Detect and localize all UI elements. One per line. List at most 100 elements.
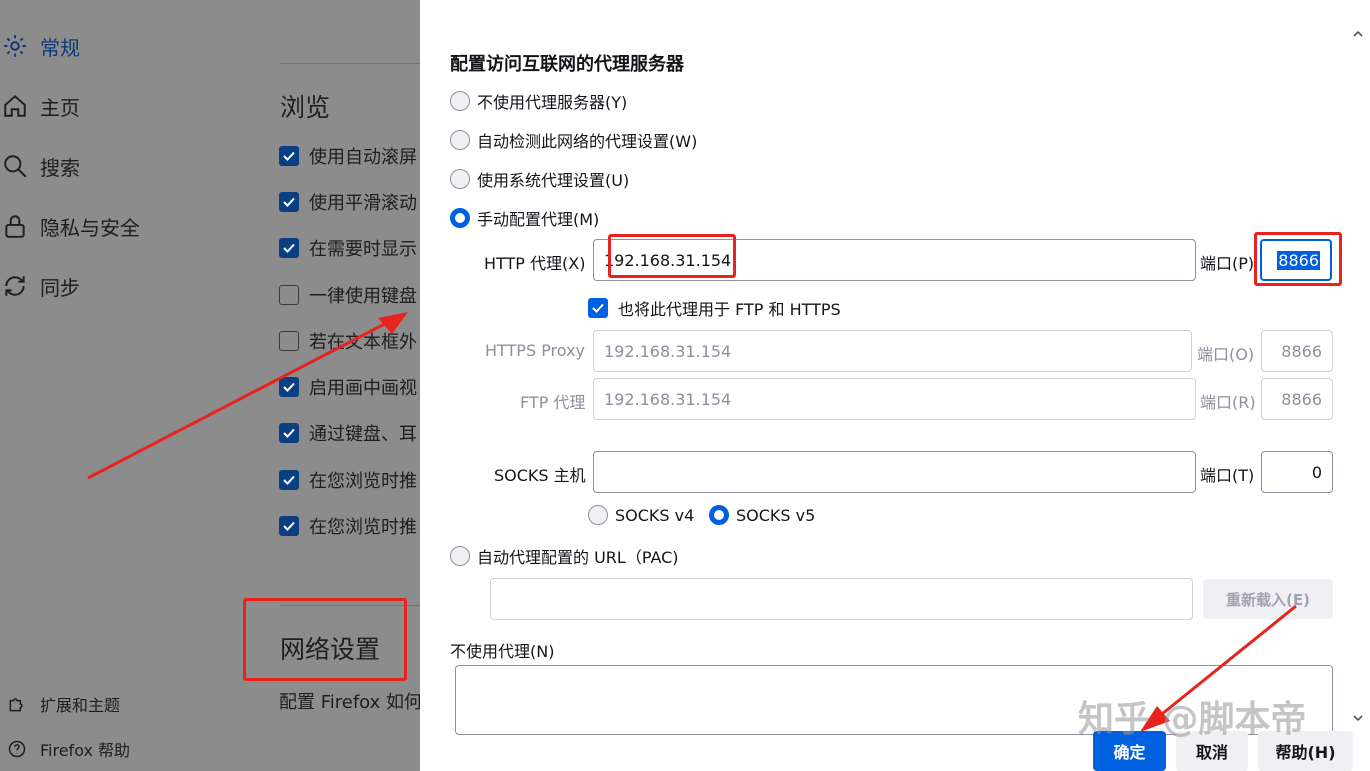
scroll-up-icon [1353,30,1363,37]
sidebar-item-label: 同步 [40,275,80,300]
browse-heading: 浏览 [280,93,331,122]
http-port-label: 端口(P) [1200,254,1255,273]
lock-icon [0,211,30,241]
bg-checkbox-label: 在您浏览时推 [309,517,417,538]
radio-unselected-icon [450,130,470,150]
radio-label: 手动配置代理(M) [477,210,600,229]
socks-host-label: SOCKS 主机 [494,466,586,485]
radio-unselected-icon [450,169,470,189]
also-use-proxy-label: 也将此代理用于 FTP 和 HTTPS [618,300,841,319]
no-proxy-for-label: 不使用代理(N) [450,642,555,661]
divider [280,63,420,64]
radio-label: 不使用代理服务器(Y) [477,93,628,112]
checkbox-checked-icon [588,298,608,318]
connection-settings-dialog: 配置访问互联网的代理服务器 不使用代理服务器(Y) 自动检测此网络的代理设置(W… [420,0,1370,771]
sidebar-item-general[interactable]: 常规 [0,26,80,66]
radio-no-proxy[interactable]: 不使用代理服务器(Y) [450,89,627,113]
bg-checkbox-label: 使用自动滚屏 [309,147,417,168]
checkbox-checked-icon [279,146,299,166]
https-proxy-label: HTTPS Proxy [485,341,586,360]
bg-checkbox[interactable]: 在需要时显示 [279,235,417,261]
radio-selected-icon [450,208,470,228]
bg-checkbox-label: 在需要时显示 [309,239,417,260]
https-port-label: 端口(O) [1197,345,1255,364]
sidebar-item-label: 主页 [40,95,80,120]
bg-checkbox[interactable]: 在您浏览时推 [279,467,417,493]
bg-checkbox[interactable]: 一律使用键盘 [279,282,417,308]
checkbox-checked-icon [279,238,299,258]
highlight-http-port [1254,232,1342,286]
radio-pac-url[interactable]: 自动代理配置的 URL（PAC) [450,544,679,568]
ftp-proxy-input[interactable]: 192.168.31.154 [593,378,1196,420]
bg-checkbox[interactable]: 通过键盘、耳 [279,420,417,446]
dialog-title: 配置访问互联网的代理服务器 [450,54,684,75]
bg-checkbox[interactable]: 启用画中画视 [279,374,417,400]
ftp-proxy-label: FTP 代理 [520,393,586,412]
bg-checkbox[interactable]: 若在文本框外 [279,328,417,354]
ftp-port-input[interactable]: 8866 [1261,378,1333,420]
search-icon [0,151,30,181]
radio-unselected-icon [450,91,470,111]
bg-checkbox[interactable]: 使用自动滚屏 [279,143,417,169]
watermark: 知乎 @脚本帝 [1078,699,1307,740]
bg-checkbox[interactable]: 在您浏览时推 [279,513,417,539]
http-proxy-label: HTTP 代理(X) [484,254,586,273]
radio-system-proxy[interactable]: 使用系统代理设置(U) [450,167,629,191]
reload-pac-button[interactable]: 重新载入(E) [1203,579,1333,619]
bg-checkbox-label: 一律使用键盘 [309,286,417,307]
sidebar-help[interactable]: Firefox 帮助 [6,737,130,761]
bg-checkbox-label: 若在文本框外 [309,332,417,353]
checkbox-checked-icon [279,192,299,212]
sidebar-help-label: Firefox 帮助 [40,741,131,760]
https-port-input[interactable]: 8866 [1261,330,1333,372]
scroll-down-icon [1353,715,1363,722]
network-settings-desc: 配置 Firefox 如何 [279,692,423,713]
radio-unselected-icon [450,546,470,566]
sidebar-item-label: 隐私与安全 [40,215,140,240]
checkbox-checked-icon [279,423,299,443]
checkbox-unchecked-icon [279,285,299,305]
radio-auto-detect[interactable]: 自动检测此网络的代理设置(W) [450,128,697,152]
bg-checkbox-label: 启用画中画视 [309,378,417,399]
ftp-port-label: 端口(R) [1200,393,1256,412]
radio-manual-proxy[interactable]: 手动配置代理(M) [450,206,599,230]
bg-checkbox-label: 通过键盘、耳 [309,424,417,445]
highlight-http-ip [608,234,736,278]
pac-url-input[interactable] [490,578,1193,620]
bg-checkbox-label: 在您浏览时推 [309,471,417,492]
puzzle-icon [6,693,28,715]
sidebar-item-home[interactable]: 主页 [0,86,80,126]
socks-port-input[interactable]: 0 [1261,451,1333,493]
home-icon [0,91,30,121]
highlight-network-settings [243,598,407,681]
sidebar-extensions-label: 扩展和主题 [40,696,121,715]
sidebar-item-label: 常规 [40,35,80,60]
checkbox-checked-icon [279,470,299,490]
help-icon [6,738,28,760]
radio-label: SOCKS v4 [615,505,695,525]
radio-label: 使用系统代理设置(U) [477,171,630,190]
socks-host-input[interactable] [593,451,1196,493]
sidebar-item-sync[interactable]: 同步 [0,266,80,306]
radio-unselected-icon [588,505,608,525]
radio-label: SOCKS v5 [736,505,816,525]
dialog-scrollbar[interactable] [1344,20,1370,734]
sidebar-extensions[interactable]: 扩展和主题 [6,692,120,716]
checkbox-unchecked-icon [279,331,299,351]
gear-icon [0,31,30,61]
radio-selected-icon [709,505,729,525]
radio-socks-v5[interactable]: SOCKS v5 [709,505,815,525]
radio-label: 自动检测此网络的代理设置(W) [477,132,698,151]
sidebar-item-label: 搜索 [40,155,80,180]
checkbox-checked-icon [279,377,299,397]
bg-checkbox-label: 使用平滑滚动 [309,193,417,214]
bg-checkbox[interactable]: 使用平滑滚动 [279,189,417,215]
sidebar-item-search[interactable]: 搜索 [0,146,80,186]
checkbox-checked-icon [279,516,299,536]
socks-port-label: 端口(T) [1200,466,1255,485]
also-use-proxy-checkbox[interactable]: 也将此代理用于 FTP 和 HTTPS [588,296,841,320]
radio-socks-v4[interactable]: SOCKS v4 [588,505,694,525]
https-proxy-input[interactable]: 192.168.31.154 [593,330,1192,372]
sidebar-item-privacy[interactable]: 隐私与安全 [0,206,140,246]
sync-icon [0,271,30,301]
